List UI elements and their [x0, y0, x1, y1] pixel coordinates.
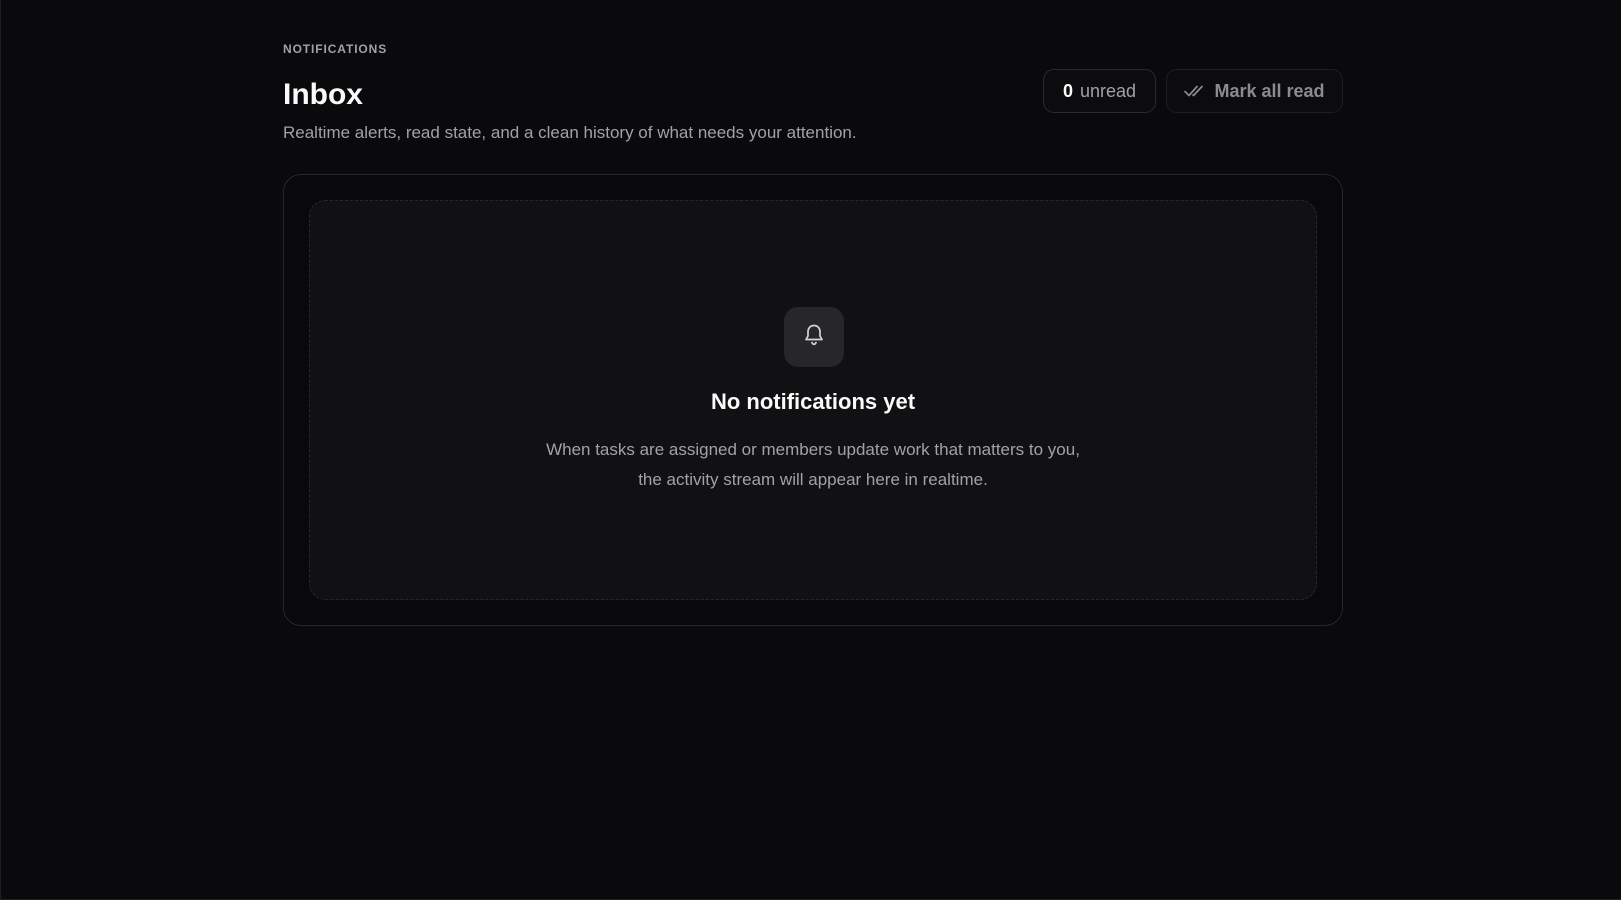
app-window: NOTIFICATIONS Inbox Realtime alerts, rea… [0, 0, 1621, 900]
empty-state-description-line-1: When tasks are assigned or members updat… [546, 440, 1080, 459]
page-title: Inbox [283, 78, 363, 111]
section-eyebrow: NOTIFICATIONS [283, 42, 388, 56]
mark-all-read-label: Mark all read [1214, 80, 1325, 101]
page-subtitle: Realtime alerts, read state, and a clean… [283, 123, 857, 142]
unread-badge: 0 unread [1043, 69, 1156, 113]
unread-count: 0 [1062, 80, 1073, 101]
bell-icon [803, 323, 825, 352]
unread-label: unread [1079, 80, 1137, 101]
empty-state-title: No notifications yet [710, 389, 916, 414]
bell-icon-container [784, 307, 844, 367]
double-check-icon [1184, 84, 1204, 98]
empty-state: No notifications yet When tasks are assi… [309, 200, 1317, 600]
notifications-card: No notifications yet When tasks are assi… [283, 174, 1343, 626]
mark-all-read-button[interactable]: Mark all read [1166, 69, 1343, 113]
empty-state-description-line-2: the activity stream will appear here in … [638, 470, 988, 489]
empty-state-description: When tasks are assigned or members updat… [310, 435, 1316, 495]
